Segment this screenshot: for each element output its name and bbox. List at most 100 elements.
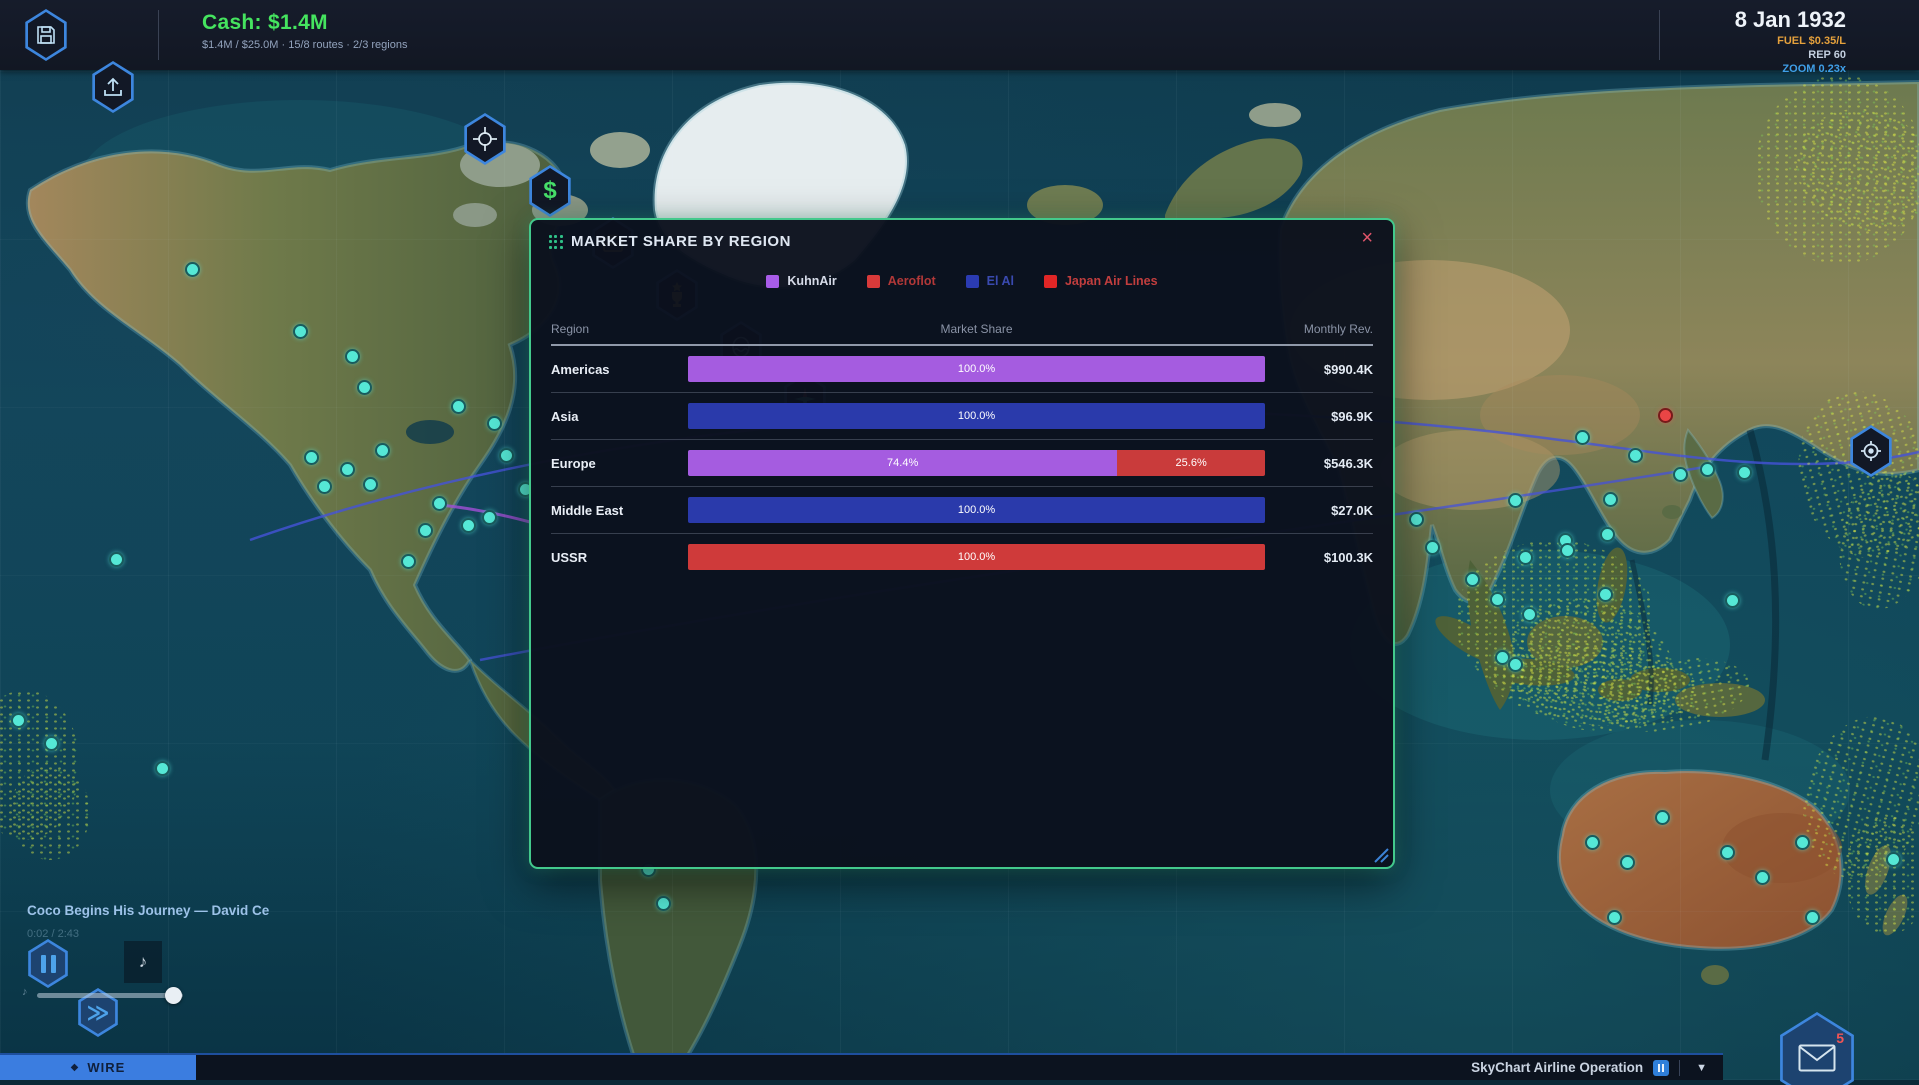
city-dot[interactable] (1755, 870, 1770, 885)
table-row: Americas100.0%$990.4K (551, 346, 1373, 392)
city-dot[interactable] (482, 510, 497, 525)
city-dot[interactable] (345, 349, 360, 364)
legend-swatch (966, 275, 979, 288)
reputation: REP 60 (1735, 50, 1846, 61)
app-pause-badge-icon (1653, 1060, 1669, 1076)
city-dot[interactable] (375, 443, 390, 458)
city-dot[interactable] (1805, 910, 1820, 925)
bar-segment: 100.0% (688, 356, 1265, 382)
city-dot[interactable] (1725, 593, 1740, 608)
save-button[interactable] (23, 9, 69, 61)
mail-badge: 5 (1836, 1030, 1844, 1046)
col-header-monthly-rev: Monthly Rev. (1265, 322, 1373, 336)
city-dot[interactable] (1600, 527, 1615, 542)
airline-legend: KuhnAirAeroflotEl AlJapan Air Lines (531, 274, 1393, 288)
city-dot[interactable] (1620, 855, 1635, 870)
volume-slider[interactable] (37, 993, 183, 998)
fuel-price: FUEL $0.35/L (1735, 36, 1846, 47)
music-note-button[interactable]: ♪ (124, 941, 162, 983)
table-row: Middle East100.0%$27.0K (551, 486, 1373, 533)
city-dot[interactable] (1518, 550, 1533, 565)
market-share-modal: MARKET SHARE BY REGION × KuhnAirAeroflot… (529, 218, 1395, 869)
city-dot[interactable] (1522, 607, 1537, 622)
city-dot[interactable] (357, 380, 372, 395)
bar-segment: 100.0% (688, 544, 1265, 570)
zoom-level: ZOOM 0.23x (1735, 64, 1846, 75)
city-dot[interactable] (1720, 845, 1735, 860)
city-dot[interactable] (499, 448, 514, 463)
city-dot[interactable] (1607, 910, 1622, 925)
city-dot[interactable] (317, 479, 332, 494)
city-dot[interactable] (1425, 540, 1440, 555)
city-dot[interactable] (1700, 462, 1715, 477)
legend-swatch (766, 275, 779, 288)
dropdown-arrow-icon[interactable]: ▼ (1690, 1062, 1713, 1074)
legend-swatch (867, 275, 880, 288)
city-dot[interactable] (451, 399, 466, 414)
city-dot[interactable] (1575, 430, 1590, 445)
legend-item: Aeroflot (867, 274, 936, 288)
volume-slider-knob[interactable] (165, 987, 182, 1004)
market-share-bar: 100.0% (688, 544, 1265, 570)
wire-diamond-icon: ◆ (71, 1062, 80, 1073)
city-dot[interactable] (1737, 465, 1752, 480)
envelope-icon (1798, 1044, 1836, 1072)
legend-label: Aeroflot (888, 274, 936, 288)
city-dot[interactable] (11, 713, 26, 728)
city-dot[interactable] (109, 552, 124, 567)
city-dot[interactable] (461, 518, 476, 533)
city-dot[interactable] (1673, 467, 1688, 482)
city-dot[interactable] (1598, 587, 1613, 602)
table-row: USSR100.0%$100.3K (551, 533, 1373, 580)
city-dot[interactable] (1795, 835, 1810, 850)
modal-header[interactable]: MARKET SHARE BY REGION × (531, 220, 1393, 264)
monthly-rev-value: $100.3K (1265, 550, 1373, 565)
city-dot[interactable] (1465, 572, 1480, 587)
city-dot[interactable] (1508, 657, 1523, 672)
track-time: 0:02 / 2:43 (27, 928, 79, 940)
city-dot[interactable] (1628, 448, 1643, 463)
city-dot[interactable] (1409, 512, 1424, 527)
region-label: Americas (551, 362, 688, 377)
monthly-rev-value: $990.4K (1265, 362, 1373, 377)
upload-icon (102, 76, 124, 98)
city-dot[interactable] (418, 523, 433, 538)
table-row: Asia100.0%$96.9K (551, 392, 1373, 439)
city-dot[interactable] (293, 324, 308, 339)
city-dot[interactable] (487, 416, 502, 431)
city-dot[interactable] (1560, 543, 1575, 558)
drag-handle-icon[interactable] (549, 235, 563, 249)
alert-city-dot[interactable] (1658, 408, 1673, 423)
close-icon[interactable]: × (1361, 228, 1373, 248)
statusbar-separator (1679, 1060, 1680, 1076)
wire-button[interactable]: ◆ WIRE (0, 1055, 196, 1080)
col-header-market-share: Market Share (688, 322, 1265, 336)
city-dot[interactable] (1655, 810, 1670, 825)
market-share-bar: 74.4%25.6% (688, 450, 1265, 476)
market-share-bar: 100.0% (688, 403, 1265, 429)
city-dot[interactable] (1585, 835, 1600, 850)
city-dot[interactable] (44, 736, 59, 751)
legend-item: Japan Air Lines (1044, 274, 1158, 288)
city-dot[interactable] (656, 896, 671, 911)
region-label: Asia (551, 409, 688, 424)
city-dot[interactable] (304, 450, 319, 465)
track-title: Coco Begins His Journey — David Ce (27, 903, 357, 918)
music-note-icon: ♪ (139, 952, 148, 972)
city-dot[interactable] (1490, 592, 1505, 607)
city-dot[interactable] (401, 554, 416, 569)
locate-target-icon (1858, 438, 1884, 464)
legend-swatch (1044, 275, 1057, 288)
city-dot[interactable] (363, 477, 378, 492)
city-dot[interactable] (432, 496, 447, 511)
cash-value: Cash: $1.4M (202, 11, 407, 35)
city-dot[interactable] (340, 462, 355, 477)
resize-handle[interactable] (1371, 845, 1389, 863)
city-dot[interactable] (1886, 852, 1901, 867)
region-label: Europe (551, 456, 688, 471)
city-dot[interactable] (1603, 492, 1618, 507)
city-dot[interactable] (1508, 493, 1523, 508)
wire-label: WIRE (87, 1060, 125, 1075)
city-dot[interactable] (185, 262, 200, 277)
city-dot[interactable] (155, 761, 170, 776)
